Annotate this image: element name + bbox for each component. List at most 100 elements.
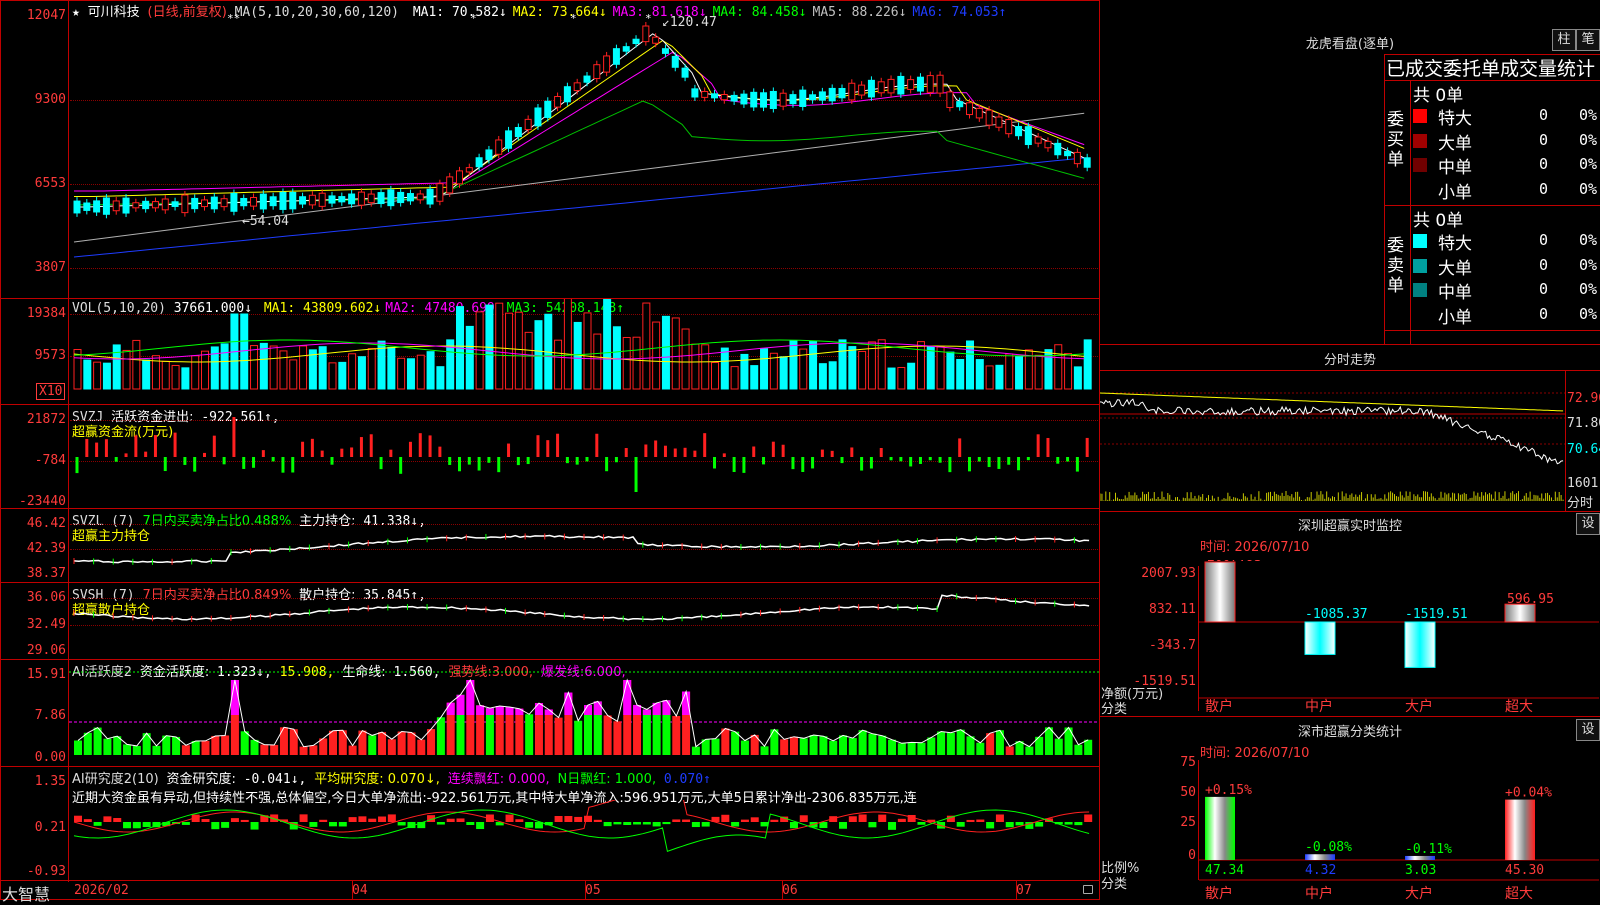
volume-bar [966, 340, 974, 390]
volume-bar [652, 321, 661, 390]
candle [926, 75, 934, 93]
order-row-pct: 0% [1579, 255, 1598, 274]
activity-bar [613, 721, 622, 755]
activity-bar [93, 727, 102, 755]
candle [151, 201, 159, 209]
intraday-chart[interactable] [1100, 371, 1565, 511]
order-row-count: 0 [1539, 130, 1549, 149]
bar-view-button[interactable]: 柱 [1552, 29, 1576, 51]
candle [1044, 140, 1052, 149]
svzl-axis-label: 46.42 [26, 516, 66, 531]
volume-bar [142, 359, 151, 390]
cls-ratio-chart[interactable]: +0.15% 47.34 散户 -0.08% 4.32 中户 -0.11% 3.03 大户 +0.… [1199, 760, 1599, 900]
order-row: 特大 0 0% [1411, 229, 1599, 254]
order-row-pct: 0% [1579, 304, 1598, 323]
candle [230, 192, 238, 212]
research-bar [662, 822, 671, 825]
candle [240, 197, 248, 207]
volume-bar [132, 339, 141, 390]
ai2-nred: N日飘红: 1.000, [557, 772, 657, 787]
candle [975, 107, 983, 119]
research-bar [642, 822, 651, 825]
volume-bar [524, 331, 533, 390]
lock-icon[interactable] [1083, 885, 1093, 894]
candle [142, 200, 150, 210]
intraday-axis-label: 72.96 [1567, 391, 1600, 406]
retail-chart[interactable] [69, 583, 1099, 659]
volume-bar [338, 361, 347, 390]
order-row-count: 0 [1539, 179, 1549, 198]
ratio-change: -0.11% [1405, 842, 1452, 857]
volume-bar [769, 352, 778, 390]
volume-bar [406, 358, 415, 390]
cls-axis-label: 75 [1180, 755, 1196, 770]
order-row-name: 特大 [1438, 109, 1472, 129]
category-label: 超大 [1505, 886, 1533, 900]
volume-bar [289, 359, 298, 390]
section-divider [1100, 511, 1600, 512]
sz-settings-button[interactable]: 设 [1576, 513, 1600, 535]
research-bar [839, 822, 847, 829]
candle [338, 196, 346, 203]
research-bar [1035, 822, 1044, 827]
ma-line [73, 100, 1085, 206]
volume-chart[interactable] [69, 299, 1099, 403]
ratio-value: 45.30 [1505, 863, 1544, 878]
volume-bar [750, 365, 759, 390]
candle [867, 79, 875, 98]
order-row-pct: 0% [1579, 106, 1598, 124]
order-row-pct: 0% [1579, 155, 1598, 173]
ai2-header: AI研究度2(10) 资金研究度: -0.041↓, 平均研究度: 0.070↓… [72, 768, 711, 787]
research-bar [466, 822, 475, 825]
sz-axis-label: 832.11 [1149, 602, 1196, 617]
candle [181, 194, 189, 214]
activity-chart[interactable] [69, 660, 1099, 766]
svzl-axis-label: 38.37 [26, 566, 66, 581]
category-label: 散户 [1205, 885, 1233, 900]
volume-bar [711, 362, 719, 390]
research-line [73, 809, 1090, 852]
research-chart[interactable] [69, 800, 1099, 880]
research-bar [387, 814, 396, 822]
activity-peak [456, 694, 465, 715]
research-bar [1015, 822, 1024, 826]
candle [730, 94, 738, 102]
ma-line [73, 157, 1085, 258]
candle [936, 74, 944, 94]
activity-bar [878, 735, 887, 755]
activity-bar [809, 735, 818, 755]
activity-bar [603, 715, 612, 755]
buy-orders-label: 委买单 [1387, 110, 1404, 170]
volume-bar [220, 343, 229, 390]
volume-bar [985, 365, 994, 390]
low-price-value: 54.04 [249, 214, 289, 229]
tick-view-button[interactable]: 笔 [1576, 29, 1600, 51]
candle [691, 88, 699, 98]
candle [505, 130, 513, 149]
candle [573, 82, 581, 92]
candle [720, 94, 728, 101]
activity-bar [1025, 746, 1034, 755]
candle [122, 197, 130, 214]
candle [250, 196, 258, 207]
price-line [1100, 398, 1564, 465]
candle [465, 167, 473, 173]
ai2-value: -0.041↓, [243, 772, 307, 787]
research-bar [682, 819, 691, 822]
volume-bar [622, 336, 631, 390]
fund-flow-chart[interactable] [69, 405, 1099, 508]
sz-net-chart[interactable]: 2007.93 散户 -1085.37 中户 -1519.51 大户 596.95 超大 [1199, 560, 1599, 715]
candle [201, 199, 208, 208]
order-row-name: 中单 [1438, 283, 1472, 303]
main-force-chart[interactable] [69, 509, 1099, 582]
cls-settings-button[interactable]: 设 [1576, 719, 1600, 741]
candle [632, 38, 640, 45]
net-bar-label: -1519.51 [1405, 607, 1468, 622]
research-bar [613, 822, 622, 825]
ai2-last: 0.070↑ [663, 772, 711, 787]
svzl-axis-label: 42.39 [26, 541, 66, 556]
svsh-axis-label: 36.06 [26, 590, 66, 605]
candlestick-chart[interactable] [69, 2, 1099, 298]
activity-bar [74, 740, 82, 755]
order-table-title: 已成交委托单成交量统计 [1386, 58, 1596, 80]
